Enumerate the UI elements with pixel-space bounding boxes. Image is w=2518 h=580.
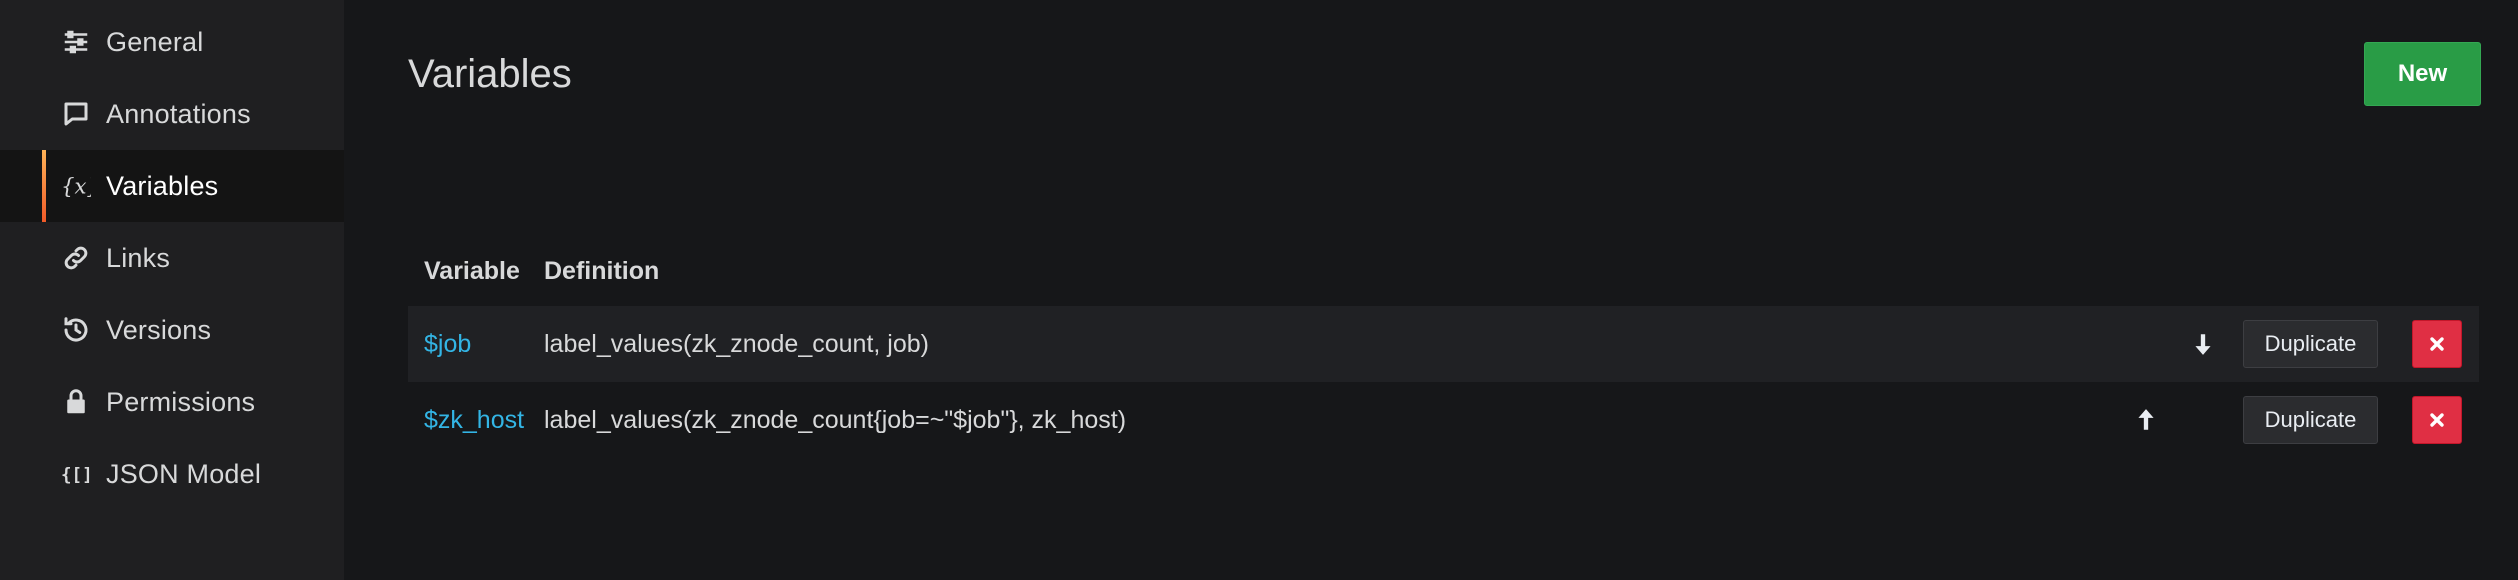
close-icon — [2430, 337, 2444, 351]
sidebar-item-label: Variables — [106, 170, 219, 201]
variables-table: Variable Definition $job label_values(zk… — [408, 236, 2479, 458]
new-variable-button[interactable]: New — [2364, 42, 2481, 106]
lock-icon — [60, 386, 92, 418]
comment-icon — [60, 98, 92, 130]
variables-page: Variables New Variable Definition $job l… — [344, 0, 2518, 580]
sidebar-item-permissions[interactable]: Permissions — [0, 366, 344, 438]
table-row: $job label_values(zk_znode_count, job) D… — [408, 306, 2479, 382]
svg-text:{x}: {x} — [61, 175, 91, 200]
column-header-definition: Definition — [544, 256, 660, 285]
sidebar-item-json-model[interactable]: {[]} JSON Model — [0, 438, 344, 510]
move-up-icon[interactable] — [2131, 405, 2161, 435]
duplicate-button[interactable]: Duplicate — [2243, 396, 2378, 444]
sidebar-item-annotations[interactable]: Annotations — [0, 78, 344, 150]
sidebar-item-label: Versions — [106, 314, 212, 345]
sidebar-item-label: Annotations — [106, 98, 251, 129]
sidebar-item-links[interactable]: Links — [0, 222, 344, 294]
app-root: General Annotations {x} Variables — [0, 0, 2518, 580]
close-icon — [2430, 413, 2444, 427]
variable-definition: label_values(zk_znode_count, job) — [544, 329, 929, 358]
sidebar-item-label: JSON Model — [106, 458, 262, 489]
sliders-icon — [60, 26, 92, 58]
json-icon: {[]} — [60, 458, 92, 490]
history-icon — [60, 314, 92, 346]
page-title: Variables — [408, 52, 572, 96]
table-row: $zk_host label_values(zk_znode_count{job… — [408, 382, 2479, 458]
sidebar-item-label: Permissions — [106, 386, 256, 417]
sidebar-item-label: Links — [106, 242, 171, 273]
variable-name-link[interactable]: $zk_host — [408, 406, 544, 435]
svg-text:{[]}: {[]} — [61, 465, 91, 485]
delete-button[interactable] — [2412, 396, 2462, 444]
link-icon — [60, 242, 92, 274]
delete-button[interactable] — [2412, 320, 2462, 368]
sidebar-item-general[interactable]: General — [0, 6, 344, 78]
sidebar-item-label: General — [106, 26, 204, 57]
table-header: Variable Definition — [408, 236, 2479, 306]
move-down-icon[interactable] — [2188, 329, 2218, 359]
variable-icon: {x} — [60, 170, 92, 202]
settings-sidebar: General Annotations {x} Variables — [0, 0, 344, 580]
sidebar-item-versions[interactable]: Versions — [0, 294, 344, 366]
variable-name-link[interactable]: $job — [408, 330, 544, 359]
sidebar-item-variables[interactable]: {x} Variables — [0, 150, 344, 222]
duplicate-button[interactable]: Duplicate — [2243, 320, 2378, 368]
variable-definition: label_values(zk_znode_count{job=~"$job"}… — [544, 405, 1127, 434]
column-header-variable: Variable — [424, 256, 520, 285]
